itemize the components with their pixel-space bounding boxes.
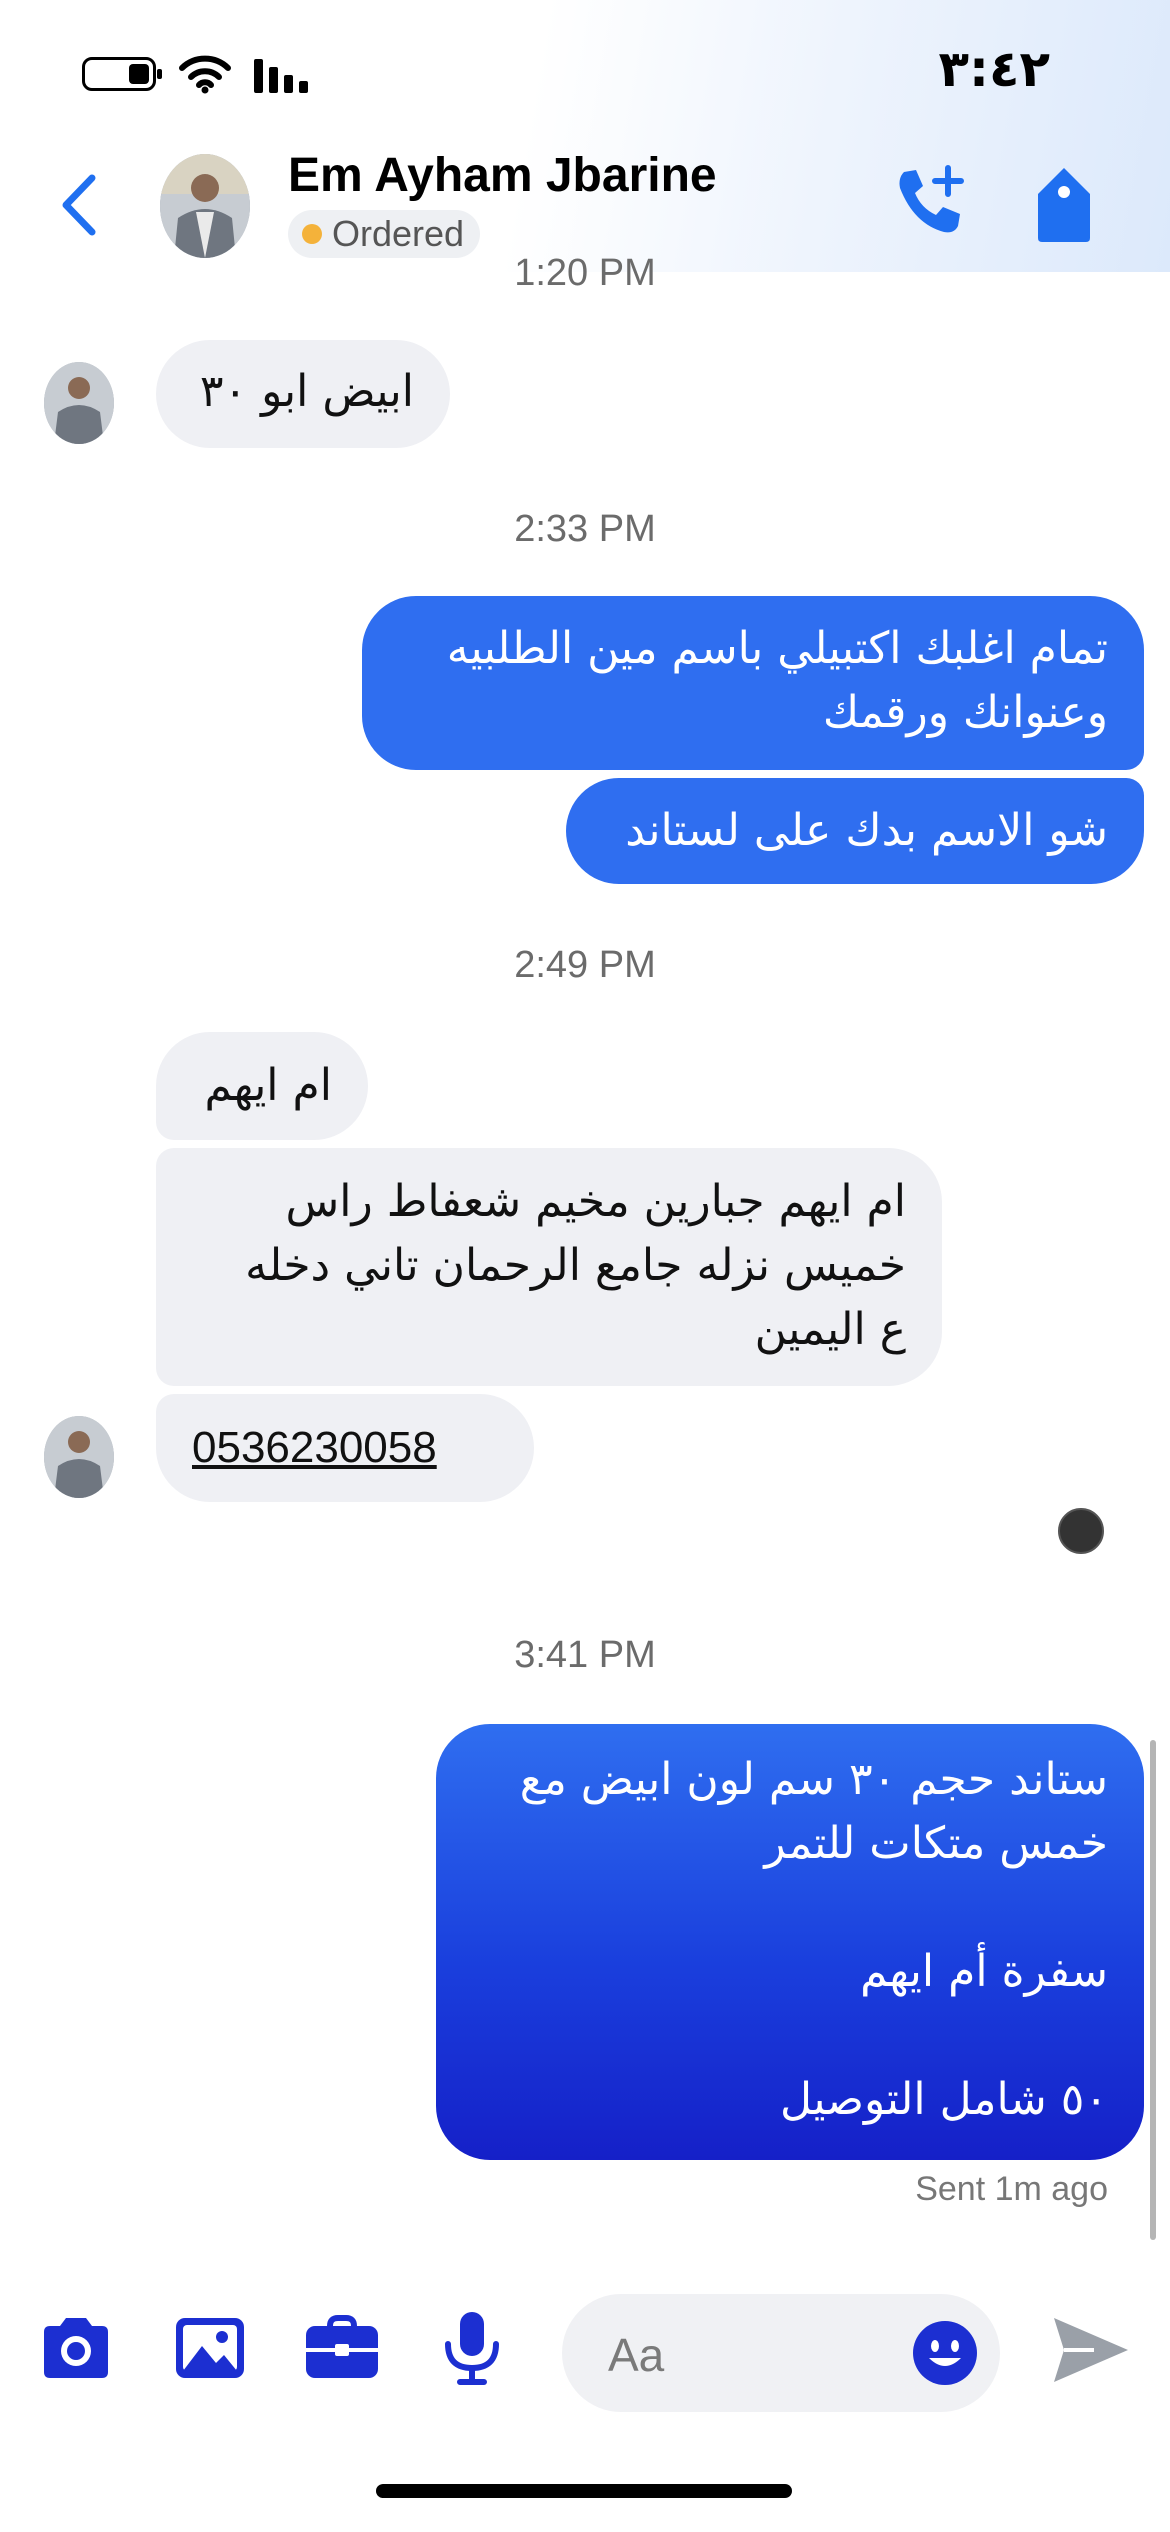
phone-number-link[interactable]: 0536230058 — [156, 1394, 534, 1502]
signal-icon — [254, 59, 308, 93]
message-input-placeholder: Aa — [608, 2329, 665, 2381]
message-outgoing[interactable]: تمام اغلبك اكتبيلي باسم مين الطلبيه وعنو… — [362, 596, 1144, 770]
briefcase-icon[interactable] — [302, 2308, 382, 2388]
message-incoming[interactable]: ام ايهم — [156, 1032, 368, 1140]
send-icon[interactable] — [1048, 2308, 1132, 2392]
home-indicator — [376, 2484, 792, 2498]
sent-status: Sent 1m ago — [915, 2170, 1108, 2208]
message-incoming[interactable]: ابيض ابو ٣٠ — [156, 340, 450, 448]
message-outgoing[interactable]: شو الاسم بدك على لستاند — [566, 778, 1144, 884]
tag-icon[interactable] — [1028, 164, 1100, 244]
image-icon[interactable] — [170, 2308, 250, 2388]
message-input[interactable]: Aa — [562, 2294, 1000, 2412]
contact-name[interactable]: Em Ayham Jbarine — [288, 148, 717, 203]
contact-avatar-small — [44, 362, 114, 444]
phone-plus-icon[interactable] — [890, 162, 970, 242]
composer-bar: Aa — [0, 2270, 1170, 2420]
status-bar: ٣:٤٢ — [0, 0, 1170, 140]
timestamp: 2:49 PM — [514, 944, 656, 986]
timestamp: 3:41 PM — [514, 1634, 656, 1676]
timestamp-partial: 1:20 PM — [514, 252, 656, 294]
scrollbar[interactable] — [1150, 1740, 1156, 2240]
timestamp: 2:33 PM — [514, 508, 656, 550]
chevron-left-icon[interactable] — [52, 170, 112, 240]
smiley-icon[interactable] — [912, 2320, 978, 2386]
read-receipt-avatar — [1058, 1508, 1104, 1554]
microphone-icon[interactable] — [432, 2308, 512, 2388]
badge-label: Ordered — [332, 213, 465, 254]
status-badge[interactable]: Ordered — [288, 210, 481, 258]
message-incoming[interactable]: ام ايهم جبارين مخيم شعفاط راس خميس نزله … — [156, 1148, 942, 1386]
contact-avatar-small — [44, 1416, 114, 1498]
wifi-icon — [179, 55, 231, 94]
message-outgoing[interactable]: ستاند حجم ٣٠ سم لون ابيض مع خمس متكات لل… — [436, 1724, 1144, 2160]
status-time: ٣:٤٢ — [938, 40, 1050, 98]
badge-dot — [302, 224, 322, 244]
battery-icon — [82, 57, 162, 91]
status-icons — [82, 54, 316, 94]
contact-avatar[interactable] — [160, 154, 250, 258]
camera-icon[interactable] — [36, 2308, 116, 2388]
